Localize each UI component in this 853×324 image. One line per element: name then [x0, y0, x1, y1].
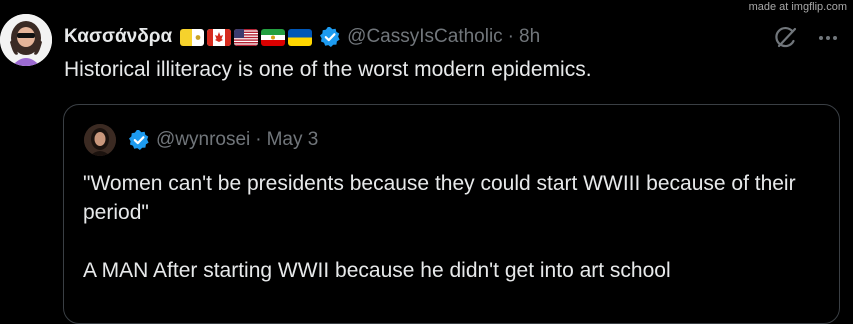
quoted-tweet-header: @wynrosei · May 3 [84, 124, 319, 156]
grok-icon[interactable] [772, 24, 800, 52]
tweet-text: Historical illiteracy is one of the wors… [64, 58, 592, 81]
quoted-tweet-text: "Women can't be presidents because they … [83, 169, 828, 285]
quoted-tweet-card[interactable]: @wynrosei · May 3 "Women can't be presid… [63, 104, 840, 324]
ukraine-flag-icon [288, 28, 313, 46]
more-icon[interactable] [814, 24, 842, 52]
tweet[interactable]: made at imgflip.com Κασσάνδρα @CassyIsCa… [0, 0, 853, 324]
author-handle[interactable]: @CassyIsCatholic [347, 26, 503, 48]
iran-lion-sun-flag-icon [261, 28, 286, 46]
quoted-author-avatar[interactable] [84, 124, 116, 156]
imgflip-watermark: made at imgflip.com [748, 1, 847, 13]
canada-flag-icon [207, 28, 232, 46]
flag-emojis [180, 28, 313, 46]
tweet-actions-top [772, 24, 842, 52]
verified-badge-icon[interactable] [319, 26, 341, 48]
usa-flag-icon [234, 28, 259, 46]
quoted-tweet-date[interactable]: May 3 [267, 129, 319, 151]
separator-dot: · [507, 26, 514, 47]
quoted-separator-dot: · [255, 129, 262, 150]
author-avatar[interactable] [0, 14, 52, 66]
vatican-flag-icon [180, 28, 205, 46]
display-name[interactable]: Κασσάνδρα [64, 26, 172, 48]
quoted-verified-badge-icon[interactable] [128, 129, 150, 151]
quoted-author-handle[interactable]: @wynrosei [156, 129, 250, 151]
quoted-paragraph-1: "Women can't be presidents because they … [83, 172, 796, 224]
quoted-paragraph-2: A MAN After starting WWII because he did… [83, 259, 671, 282]
tweet-header: Κασσάνδρα @CassyIsCatholic · 8h [64, 24, 540, 50]
tweet-timestamp[interactable]: 8h [519, 26, 540, 48]
